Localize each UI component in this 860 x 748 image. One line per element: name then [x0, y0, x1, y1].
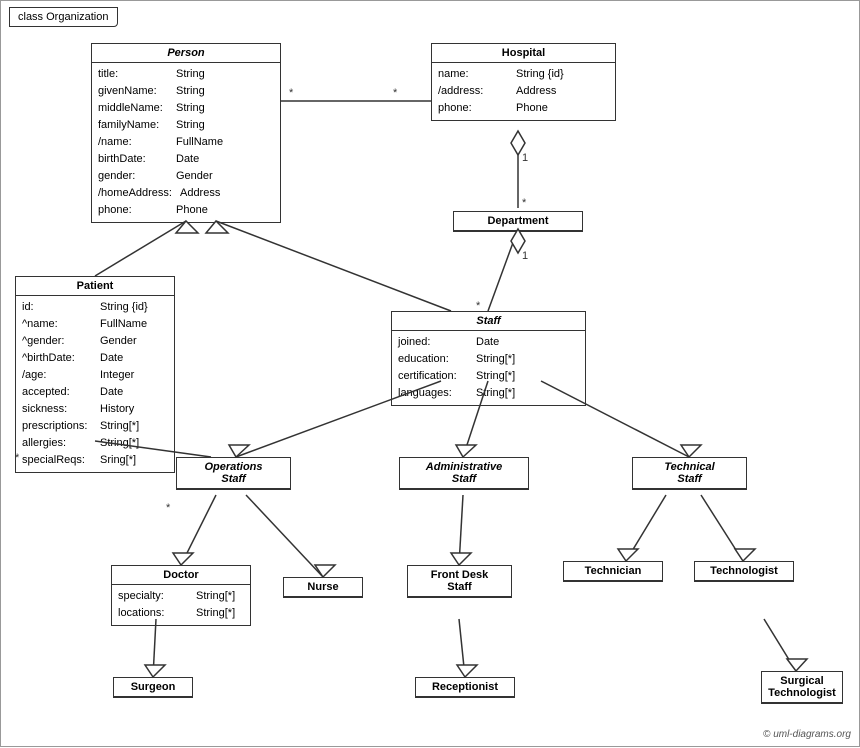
svg-text:1: 1 — [522, 250, 528, 262]
class-doctor: Doctor specialty:String[*] locations:Str… — [111, 565, 251, 626]
class-person-body: title:String givenName:String middleName… — [92, 63, 280, 222]
copyright: © uml-diagrams.org — [763, 729, 851, 740]
class-technologist: Technologist — [694, 561, 794, 582]
class-surgical-technologist: SurgicalTechnologist — [761, 671, 843, 704]
class-hospital-header: Hospital — [432, 44, 615, 63]
class-administrative-staff: AdministrativeStaff — [399, 457, 529, 490]
class-administrative-staff-header: AdministrativeStaff — [400, 458, 528, 489]
class-person-header: Person — [92, 44, 280, 63]
class-staff-header: Staff — [392, 312, 585, 331]
class-patient: Patient id:String {id} ^name:FullName ^g… — [15, 276, 175, 473]
class-staff: Staff joined:Date education:String[*] ce… — [391, 311, 586, 406]
class-receptionist: Receptionist — [415, 677, 515, 698]
class-nurse: Nurse — [283, 577, 363, 598]
class-department-header: Department — [454, 212, 582, 231]
class-nurse-header: Nurse — [284, 578, 362, 597]
class-front-desk-staff-header: Front DeskStaff — [408, 566, 511, 597]
svg-text:*: * — [289, 87, 294, 99]
svg-text:1: 1 — [522, 152, 528, 164]
class-technical-staff-header: TechnicalStaff — [633, 458, 746, 489]
class-technician: Technician — [563, 561, 663, 582]
class-doctor-body: specialty:String[*] locations:String[*] — [112, 585, 250, 625]
svg-text:*: * — [166, 502, 171, 514]
class-hospital-body: name:String {id} /address:Address phone:… — [432, 63, 615, 120]
class-person: Person title:String givenName:String mid… — [91, 43, 281, 223]
class-operations-staff: OperationsStaff — [176, 457, 291, 490]
svg-text:*: * — [522, 197, 527, 209]
diagram-title: class Organization — [9, 7, 118, 27]
class-technical-staff: TechnicalStaff — [632, 457, 747, 490]
class-doctor-header: Doctor — [112, 566, 250, 585]
class-surgeon-header: Surgeon — [114, 678, 192, 697]
class-operations-staff-header: OperationsStaff — [177, 458, 290, 489]
class-hospital: Hospital name:String {id} /address:Addre… — [431, 43, 616, 121]
class-department: Department — [453, 211, 583, 232]
class-technologist-header: Technologist — [695, 562, 793, 581]
class-surgical-technologist-header: SurgicalTechnologist — [762, 672, 842, 703]
class-staff-body: joined:Date education:String[*] certific… — [392, 331, 585, 405]
class-technician-header: Technician — [564, 562, 662, 581]
svg-text:*: * — [393, 87, 398, 99]
class-front-desk-staff: Front DeskStaff — [407, 565, 512, 598]
diagram-container: class Organization Person title:String g… — [0, 0, 860, 747]
class-surgeon: Surgeon — [113, 677, 193, 698]
class-receptionist-header: Receptionist — [416, 678, 514, 697]
class-patient-body: id:String {id} ^name:FullName ^gender:Ge… — [16, 296, 174, 472]
class-patient-header: Patient — [16, 277, 174, 296]
